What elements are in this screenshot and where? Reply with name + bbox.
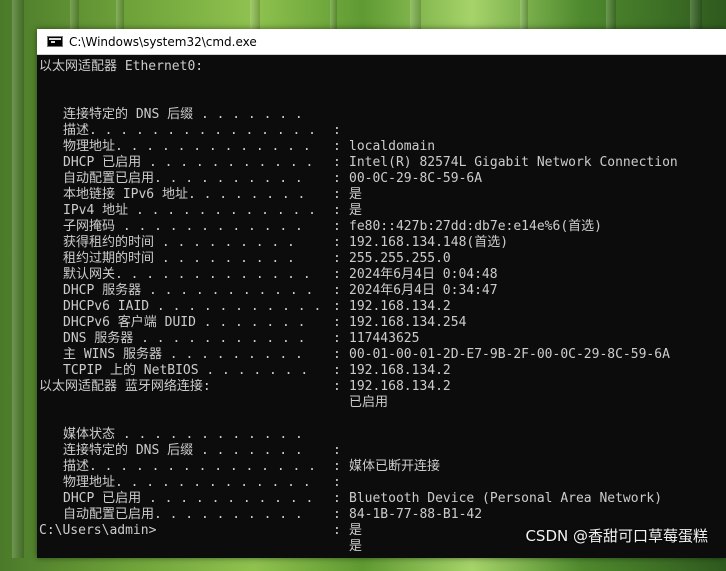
row-value: 192.168.134.148(首选)	[349, 235, 509, 250]
row-value: 255.255.255.0	[349, 251, 451, 266]
row-colon: :	[333, 251, 341, 266]
row-key: TCPIP 上的 NetBIOS . . . . . . .	[63, 363, 309, 378]
bamboo-stalk	[12, 0, 24, 558]
row-value: 84-1B-77-88-B1-42	[349, 507, 483, 522]
row-key: 自动配置已启用. . . . . . . . . .	[63, 171, 303, 186]
row-value: 是	[349, 187, 363, 202]
row-colon: :	[333, 123, 341, 138]
csdn-watermark: CSDN @香甜可口草莓蛋糕	[525, 527, 708, 545]
row-value: Intel(R) 82574L Gigabit Network Connecti…	[349, 155, 678, 170]
row-key: DHCP 已启用 . . . . . . . . . . .	[63, 491, 314, 506]
cmd-window[interactable]: C:\Windows\system32\cmd.exe 以太网适配器 Ether…	[37, 29, 726, 558]
row-key: DNS 服务器 . . . . . . . . . . .	[63, 331, 306, 346]
row-key: IPv4 地址 . . . . . . . . . . . .	[63, 203, 316, 218]
row-colon: :	[333, 267, 341, 282]
adapter-header: 以太网适配器 Ethernet0:	[39, 59, 204, 74]
row-key: DHCP 服务器 . . . . . . . . . . .	[63, 283, 314, 298]
row-colon: :	[333, 315, 341, 330]
row-value: 117443625	[349, 331, 420, 346]
row-colon: :	[333, 283, 341, 298]
row-value: 00-0C-29-8C-59-6A	[349, 171, 483, 186]
row-key: DHCPv6 IAID . . . . . . . . . . .	[63, 299, 322, 314]
row-key: 描述. . . . . . . . . . . . . . .	[63, 123, 316, 138]
row-key: 默认网关. . . . . . . . . . . . .	[63, 267, 311, 282]
row-value: localdomain	[349, 139, 436, 154]
row-key: 媒体状态 . . . . . . . . . . . .	[63, 427, 303, 442]
row-value: 2024年6月4日 0:34:47	[349, 283, 498, 298]
row-value: 2024年6月4日 0:04:48	[349, 267, 498, 282]
row-value: 媒体已断开连接	[349, 459, 441, 474]
row-key: 物理地址. . . . . . . . . . . . .	[63, 475, 311, 490]
row-colon: :	[333, 203, 341, 218]
row-colon: :	[333, 363, 341, 378]
row-colon: :	[333, 443, 341, 458]
row-key: 物理地址. . . . . . . . . . . . .	[63, 139, 311, 154]
row-colon: :	[333, 187, 341, 202]
row-colon: :	[333, 299, 341, 314]
row-colon: :	[333, 331, 341, 346]
row-value: 已启用	[349, 395, 389, 410]
row-value: 是	[349, 203, 363, 218]
row-key: 连接特定的 DNS 后缀 . . . . . . .	[63, 443, 303, 458]
row-colon: :	[333, 379, 341, 394]
row-value: 00-01-00-01-2D-E7-9B-2F-00-0C-29-8C-59-6…	[349, 347, 670, 362]
row-colon: :	[333, 523, 341, 538]
row-colon: :	[333, 235, 341, 250]
row-value: 192.168.134.2	[349, 363, 451, 378]
row-value: 192.168.134.2	[349, 299, 451, 314]
row-value: fe80::427b:27dd:db7e:e14e%6(首选)	[349, 219, 602, 234]
row-value: 是	[349, 523, 363, 538]
row-colon: :	[333, 475, 341, 490]
window-title: C:\Windows\system32\cmd.exe	[69, 34, 257, 49]
row-key: 自动配置已启用. . . . . . . . . .	[63, 507, 303, 522]
row-key: 获得租约的时间 . . . . . . . . .	[63, 235, 295, 250]
row-key: 本地链接 IPv6 地址. . . . . . . .	[63, 187, 306, 202]
row-key: DHCP 已启用 . . . . . . . . . . .	[63, 155, 314, 170]
row-key: 租约过期的时间 . . . . . . . . .	[63, 251, 295, 266]
row-colon: :	[333, 459, 341, 474]
row-colon: :	[333, 219, 341, 234]
cmd-icon	[47, 36, 63, 47]
console-output[interactable]: 以太网适配器 Ethernet0: 连接特定的 DNS 后缀 . . . . .…	[39, 59, 726, 558]
row-key: 主 WINS 服务器 . . . . . . . . .	[63, 347, 303, 362]
title-bar[interactable]: C:\Windows\system32\cmd.exe	[37, 29, 726, 55]
row-key: DHCPv6 客户端 DUID . . . . . . .	[63, 315, 306, 330]
row-value: 192.168.134.2	[349, 379, 451, 394]
row-colon: :	[333, 139, 341, 154]
command-prompt[interactable]: C:\Users\admin>	[39, 523, 156, 539]
row-value: Bluetooth Device (Personal Area Network)	[349, 491, 663, 506]
row-colon: :	[333, 491, 341, 506]
row-key: 子网掩码 . . . . . . . . . . . .	[63, 219, 303, 234]
row-colon: :	[333, 171, 341, 186]
row-key: 连接特定的 DNS 后缀 . . . . . . .	[63, 107, 303, 122]
row-colon: :	[333, 347, 341, 362]
row-value: 192.168.134.254	[349, 315, 467, 330]
row-key: 描述. . . . . . . . . . . . . . .	[63, 459, 316, 474]
adapter-header: 以太网适配器 蓝牙网络连接:	[39, 379, 211, 394]
row-colon: :	[333, 155, 341, 170]
row-colon: :	[333, 507, 341, 522]
row-value: 是	[349, 539, 363, 554]
